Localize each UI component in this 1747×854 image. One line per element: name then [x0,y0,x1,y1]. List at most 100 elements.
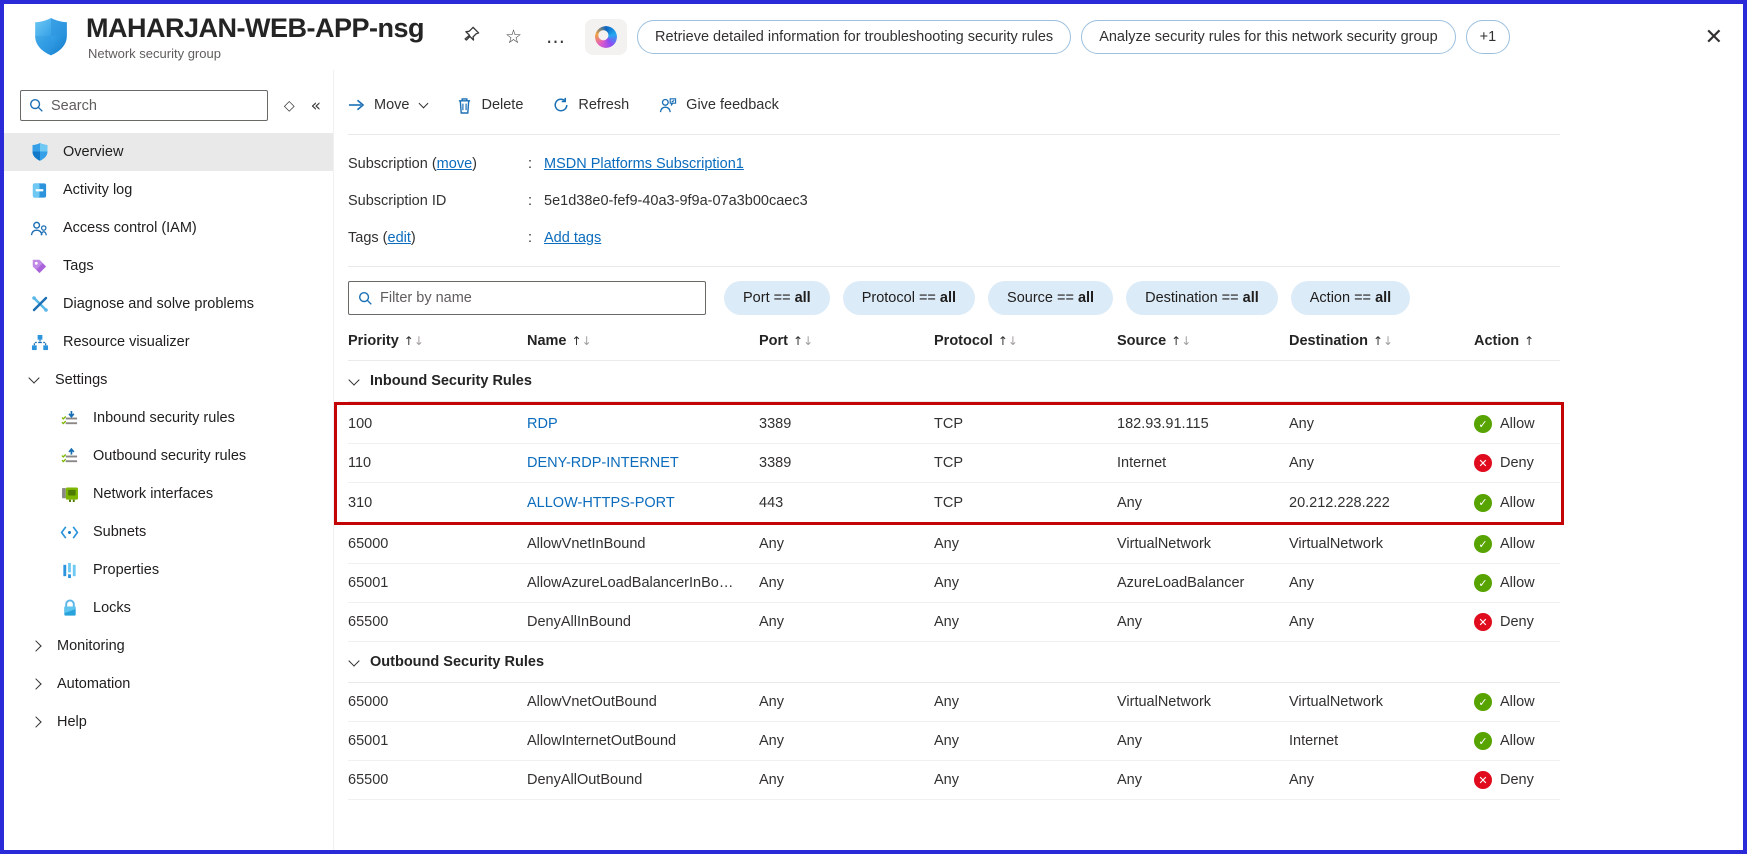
subscription-row: Subscription (move) : MSDN Platforms Sub… [348,155,744,172]
action-label: Deny [1500,455,1534,471]
subscription-id-value: 5e1d38e0-fef9-40a3-9f9a-07a3b00caec3 [544,192,808,209]
title-block: MAHARJAN-WEB-APP-nsg Network security gr… [86,13,424,61]
deny-icon: ✕ [1474,454,1492,472]
sidebar-item-tags[interactable]: Tags [4,247,333,285]
sidebar-item-automation[interactable]: Automation [4,665,333,703]
rule-name-link[interactable]: DENY-RDP-INTERNET [527,455,679,471]
sidebar-item-help[interactable]: Help [4,703,333,741]
filter-bar: Port == all Protocol == all Source == all D… [348,281,1560,315]
column-header-priority[interactable]: Priority ↑↓ [348,333,527,349]
sidebar-item-settings[interactable]: Settings [4,361,333,399]
copilot-suggestion-analyze[interactable]: Analyze security rules for this network … [1081,20,1456,54]
rule-row-rdp[interactable]: 100 RDP 3389 TCP 182.93.91.115 Any ✓ Allow [348,405,1560,444]
sort-arrows-icon: ↑ [1524,333,1535,348]
filter-pill-protocol[interactable]: Protocol == all [842,281,976,315]
filter-pill-port[interactable]: Port == all [724,281,830,315]
copilot-button[interactable] [585,19,628,55]
close-icon[interactable]: ✕ [1705,25,1723,50]
refresh-button[interactable]: Refresh [553,97,629,113]
column-header-protocol[interactable]: Protocol ↑↓ [934,333,1117,349]
sidebar-item-label: Activity log [63,182,133,198]
sidebar-item-label: Overview [63,144,124,160]
sidebar-search-box[interactable] [20,90,268,121]
feedback-icon [659,98,677,113]
tags-label: Tags (edit) [348,229,416,246]
overview-shield-icon [30,143,49,162]
section-header-inbound-security-rules[interactable]: Inbound Security Rules [348,361,1560,402]
sidebar-item-resource-visualizer[interactable]: Resource visualizer [4,323,333,361]
column-header-source[interactable]: Source ↑↓ [1117,333,1289,349]
subscription-move-link[interactable]: move [437,156,472,172]
sidebar-item-overview[interactable]: Overview [4,133,333,171]
rule-name-link[interactable]: RDP [527,416,558,432]
column-header-action[interactable]: Action ↑ [1474,333,1560,349]
sidebar-item-monitoring[interactable]: Monitoring [4,627,333,665]
delete-button[interactable]: Delete [457,97,523,114]
copilot-more-suggestions[interactable]: +1 [1465,20,1511,54]
sidebar-collapse-icon[interactable]: « [311,96,321,116]
sidebar-item-inbound-security-rules[interactable]: Inbound security rules [4,399,333,437]
chevron-down-icon [28,372,40,384]
action-label: Allow [1500,494,1535,511]
rule-row-denyallinbound[interactable]: 65500 DenyAllInBound Any Any Any Any ✕ Deny [348,603,1560,642]
sidebar-item-diagnose-and-solve-problems[interactable]: Diagnose and solve problems [4,285,333,323]
sidebar-search-input[interactable] [51,97,259,114]
outbound-rules-icon [60,447,79,466]
section-header-outbound-security-rules[interactable]: Outbound Security Rules [348,642,1560,683]
filter-pill-destination[interactable]: Destination == all [1126,281,1278,315]
more-options-icon[interactable]: … [546,26,565,48]
filter-by-name-input[interactable] [380,290,696,306]
sidebar-item-label: Inbound security rules [93,410,235,426]
sidebar-item-label: Access control (IAM) [63,220,197,236]
subscription-value-link[interactable]: MSDN Platforms Subscription1 [544,156,744,172]
sidebar-item-properties[interactable]: Properties [4,551,333,589]
sidebar-item-subnets[interactable]: Subnets [4,513,333,551]
allow-icon: ✓ [1474,535,1492,553]
rule-name-link[interactable]: ALLOW-HTTPS-PORT [527,495,675,511]
sidebar-item-label: Monitoring [57,638,125,654]
rule-row-allow-https-port[interactable]: 310 ALLOW-HTTPS-PORT 443 TCP Any 20.212.228.2… [348,483,1560,522]
sidebar-item-label: Diagnose and solve problems [63,296,255,312]
column-header-name[interactable]: Name ↑↓ [527,333,759,349]
favorite-star-icon[interactable]: ☆ [505,26,522,48]
subscription-label: Subscription (move) [348,155,477,172]
filter-pill-action[interactable]: Action == all [1290,281,1411,315]
rule-row-allowazureloadbalancerinbo[interactable]: 65001 AllowAzureLoadBalancerInBo… Any Any Az… [348,564,1560,603]
chevron-right-icon [30,678,42,690]
resource-visualizer-icon [30,333,49,352]
trash-icon [459,97,471,114]
page-header: MAHARJAN-WEB-APP-nsg Network security gr… [4,4,1743,70]
sort-arrows-icon: ↑↓ [403,333,424,348]
add-tags-link[interactable]: Add tags [544,230,601,246]
give-feedback-button[interactable]: Give feedback [659,97,779,113]
move-button[interactable]: Move [348,97,429,113]
essentials-divider [348,266,1560,267]
sidebar-item-outbound-security-rules[interactable]: Outbound security rules [4,437,333,475]
copilot-suggestion-troubleshoot[interactable]: Retrieve detailed information for troubl… [637,20,1072,54]
allow-icon: ✓ [1474,574,1492,592]
rule-row-allowvnetoutbound[interactable]: 65000 AllowVnetOutBound Any Any VirtualNetwo… [348,683,1560,722]
sidebar-item-activity-log[interactable]: Activity log [4,171,333,209]
tags-edit-link[interactable]: edit [388,230,411,246]
filter-pill-source[interactable]: Source == all [988,281,1114,315]
chevron-right-icon [30,716,42,728]
chevron-down-icon [348,654,360,667]
rule-row-deny-rdp-internet[interactable]: 110 DENY-RDP-INTERNET 3389 TCP Internet Any ✕ D… [348,444,1560,483]
pin-icon[interactable] [462,25,481,49]
column-header-port[interactable]: Port ↑↓ [759,333,934,349]
sidebar-item-network-interfaces[interactable]: Network interfaces [4,475,333,513]
nsg-shield-icon [32,16,70,58]
rule-row-allowvnetinbound[interactable]: 65000 AllowVnetInBound Any Any VirtualNetwor… [348,525,1560,564]
sidebar-item-label: Network interfaces [93,486,214,502]
sidebar-item-locks[interactable]: Locks [4,589,333,627]
rule-row-allowinternetoutbound[interactable]: 65001 AllowInternetOutBound Any Any Any Inter… [348,722,1560,761]
sort-arrows-icon: ↑↓ [1372,333,1394,348]
rule-row-denyalloutbound[interactable]: 65500 DenyAllOutBound Any Any Any Any ✕ Deny [348,761,1560,800]
sidebar-item-access-control-iam[interactable]: Access control (IAM) [4,209,333,247]
filter-by-name-box[interactable] [348,281,706,315]
column-header-destination[interactable]: Destination ↑↓ [1289,333,1474,349]
sidebar-expand-icon[interactable]: ◇ [284,98,295,114]
action-label: Deny [1500,614,1534,630]
sidebar-item-label: Locks [93,600,131,616]
search-icon [29,98,43,112]
